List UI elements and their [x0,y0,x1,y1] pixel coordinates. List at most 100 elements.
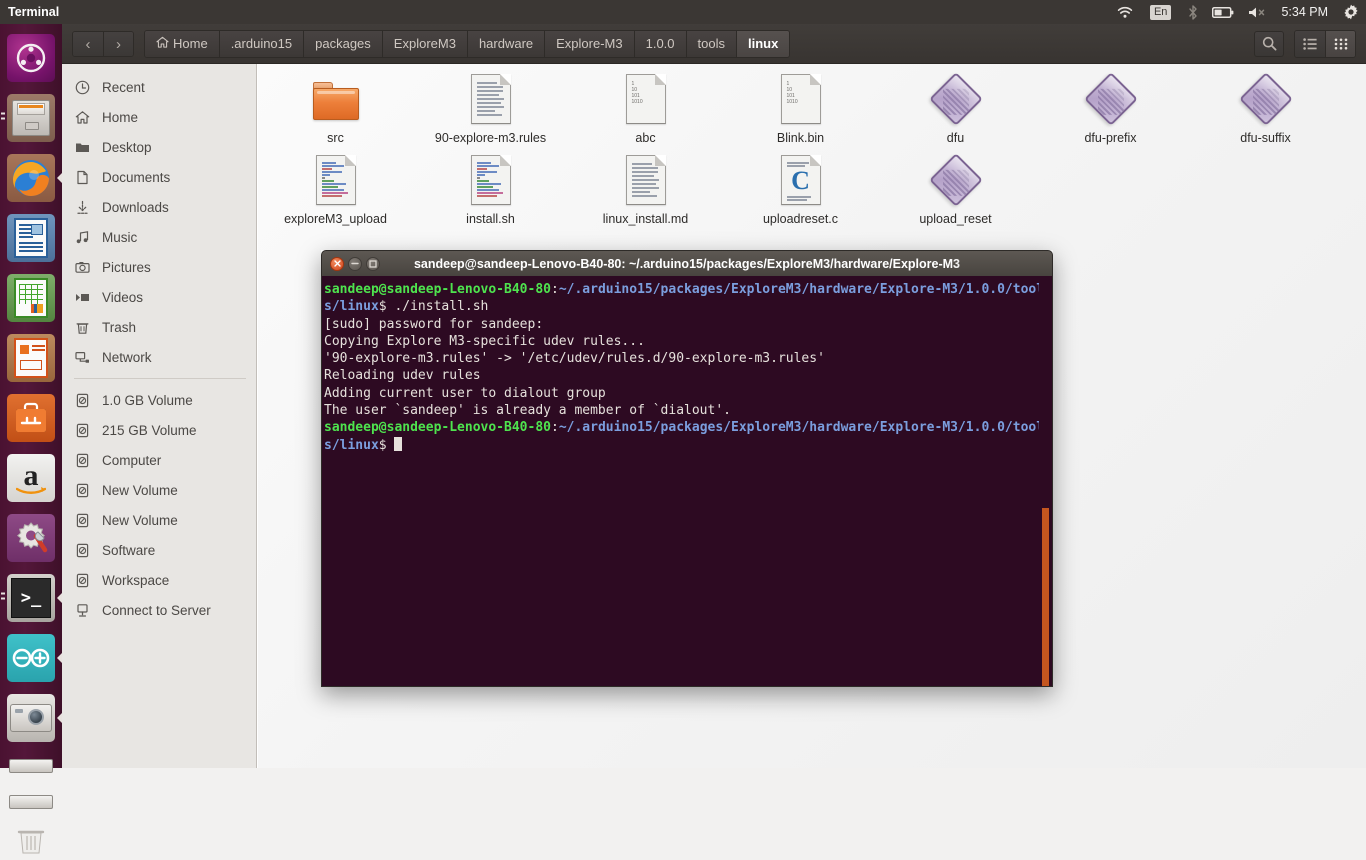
sidebar-item-desktop[interactable]: Desktop [62,132,256,162]
volume-muted-icon[interactable] [1241,0,1273,24]
file-item-rules[interactable]: 90-explore-m3.rules [413,64,568,145]
sidebar-item-software[interactable]: Software [62,535,256,565]
file-item-linux-install-md[interactable]: linux_install.md [568,145,723,226]
terminal-body[interactable]: sandeep@sandeep-Lenovo-B40-80:~/.arduino… [321,276,1053,687]
sidebar-item-workspace[interactable]: Workspace [62,565,256,595]
running-indicator [1,112,5,124]
sidebar-item-pictures[interactable]: Pictures [62,252,256,282]
launcher-item-system-settings[interactable] [0,508,62,568]
terminal-window[interactable]: sandeep@sandeep-Lenovo-B40-80: ~/.arduin… [321,250,1053,687]
launcher-item-files[interactable] [0,88,62,148]
launcher-item-trash[interactable] [0,820,62,860]
back-button[interactable]: ‹ [73,31,103,56]
file-item-dfu-prefix[interactable]: dfu-prefix [1033,64,1188,145]
video-icon [74,289,91,306]
sidebar-item-trash[interactable]: Trash [62,312,256,342]
sidebar-item-volume-1gb[interactable]: 1.0 GB Volume [62,385,256,415]
sidebar-item-recent[interactable]: Recent [62,72,256,102]
file-label: Blink.bin [776,131,825,145]
file-label: dfu-suffix [1240,131,1291,145]
breadcrumb-item-packages[interactable]: packages [303,30,382,57]
terminal-segment: sandeep@sandeep-Lenovo-B40-80 [324,420,551,436]
terminal-segment: $ [378,437,395,453]
sidebar-item-videos[interactable]: Videos [62,282,256,312]
sidebar-item-new-volume-2[interactable]: New Volume [62,505,256,535]
focus-arrow-indicator [57,713,62,723]
sidebar-item-label: Pictures [102,259,151,275]
sidebar-item-computer[interactable]: Computer [62,445,256,475]
breadcrumb-item-home[interactable]: Home [145,30,219,57]
sidebar-item-label: Documents [102,169,171,185]
terminal-line: Copying Explore M3-specific udev rules..… [324,333,1046,350]
focus-arrow-indicator [57,653,62,663]
forward-button[interactable]: › [103,31,133,56]
file-item-abc[interactable]: 1 10 101 1010 abc [568,64,723,145]
search-icon[interactable] [1254,30,1284,57]
battery-icon[interactable] [1205,0,1241,24]
sidebar-item-label: Music [102,229,138,245]
breadcrumb-label: ExploreM3 [393,36,456,51]
terminal-scrollbar-thumb[interactable] [1042,508,1049,686]
file-manager-toolbar: ‹ › Home .arduino15 packages ExploreM3 h… [62,24,1366,64]
clock[interactable]: 5:34 PM [1273,5,1336,19]
launcher-item-firefox[interactable] [0,148,62,208]
sidebar-item-documents[interactable]: Documents [62,162,256,192]
launcher-item-ubuntu-software[interactable] [0,388,62,448]
list-view-icon[interactable] [1295,30,1325,57]
sidebar-item-new-volume-1[interactable]: New Volume [62,475,256,505]
file-item-dfu-suffix[interactable]: dfu-suffix [1188,64,1343,145]
file-item-blink-bin[interactable]: 1 10 101 1010 Blink.bin [723,64,878,145]
sidebar-item-downloads[interactable]: Downloads [62,192,256,222]
gear-icon[interactable] [1336,0,1366,24]
launcher-item-camera[interactable] [0,688,62,748]
launcher-item-libreoffice-writer[interactable] [0,208,62,268]
running-indicator [1,592,5,604]
launcher-item-libreoffice-impress[interactable] [0,328,62,388]
launcher-item-volume-1[interactable] [0,748,62,784]
launcher-item-arduino[interactable] [0,628,62,688]
file-item-install-sh[interactable]: install.sh [413,145,568,226]
file-item-dfu[interactable]: dfu [878,64,1033,145]
launcher-item-libreoffice-calc[interactable] [0,268,62,328]
sidebar-item-volume-215gb[interactable]: 215 GB Volume [62,415,256,445]
grid-view-icon[interactable] [1325,30,1355,57]
file-item-upload-reset[interactable]: upload_reset [878,145,1033,226]
server-icon [74,602,91,619]
breadcrumb-label: Home [173,36,208,51]
terminal-scrollbar[interactable] [1039,276,1052,686]
launcher-item-volume-2[interactable] [0,784,62,820]
breadcrumb-item-version[interactable]: 1.0.0 [633,30,686,57]
launcher-item-ubuntu-dash[interactable] [0,28,62,88]
sidebar-item-music[interactable]: Music [62,222,256,252]
file-item-src[interactable]: src [258,64,413,145]
keyboard-layout-indicator[interactable]: En [1140,0,1181,24]
text-file-icon [465,74,517,126]
sidebar-item-connect-to-server[interactable]: Connect to Server [62,595,256,625]
breadcrumb-item-tools[interactable]: tools [685,30,736,57]
launcher-item-amazon[interactable]: a [0,448,62,508]
terminal-line: '90-explore-m3.rules' -> '/etc/udev/rule… [324,350,1046,367]
unity-launcher: a >_ [0,24,62,854]
document-icon [74,169,91,186]
breadcrumb-item-hardware[interactable]: hardware [466,30,545,57]
breadcrumb-item-arduino15[interactable]: .arduino15 [218,30,304,57]
file-item-uploadreset-c[interactable]: C uploadreset.c [723,145,878,226]
breadcrumb-item-explore-m3[interactable]: Explore-M3 [544,30,634,57]
bluetooth-icon[interactable] [1181,0,1205,24]
sidebar-item-label: Computer [102,452,162,468]
sidebar-item-home[interactable]: Home [62,102,256,132]
view-toggle-group [1294,29,1356,58]
file-label: linux_install.md [602,212,689,226]
breadcrumb-item-explorem3[interactable]: ExploreM3 [381,30,467,57]
launcher-item-terminal[interactable]: >_ [0,568,62,628]
sidebar-item-network[interactable]: Network [62,342,256,372]
network-icon [74,349,91,366]
breadcrumb-item-linux[interactable]: linux [736,30,790,57]
panel-app-title[interactable]: Terminal [8,5,59,19]
file-label: exploreM3_upload [284,212,387,226]
wifi-icon[interactable] [1110,0,1140,24]
terminal-cursor [394,436,403,451]
file-item-explorem3-upload[interactable]: exploreM3_upload [258,145,413,226]
terminal-titlebar[interactable]: sandeep@sandeep-Lenovo-B40-80: ~/.arduin… [321,250,1053,276]
sidebar-item-label: Home [102,109,139,125]
